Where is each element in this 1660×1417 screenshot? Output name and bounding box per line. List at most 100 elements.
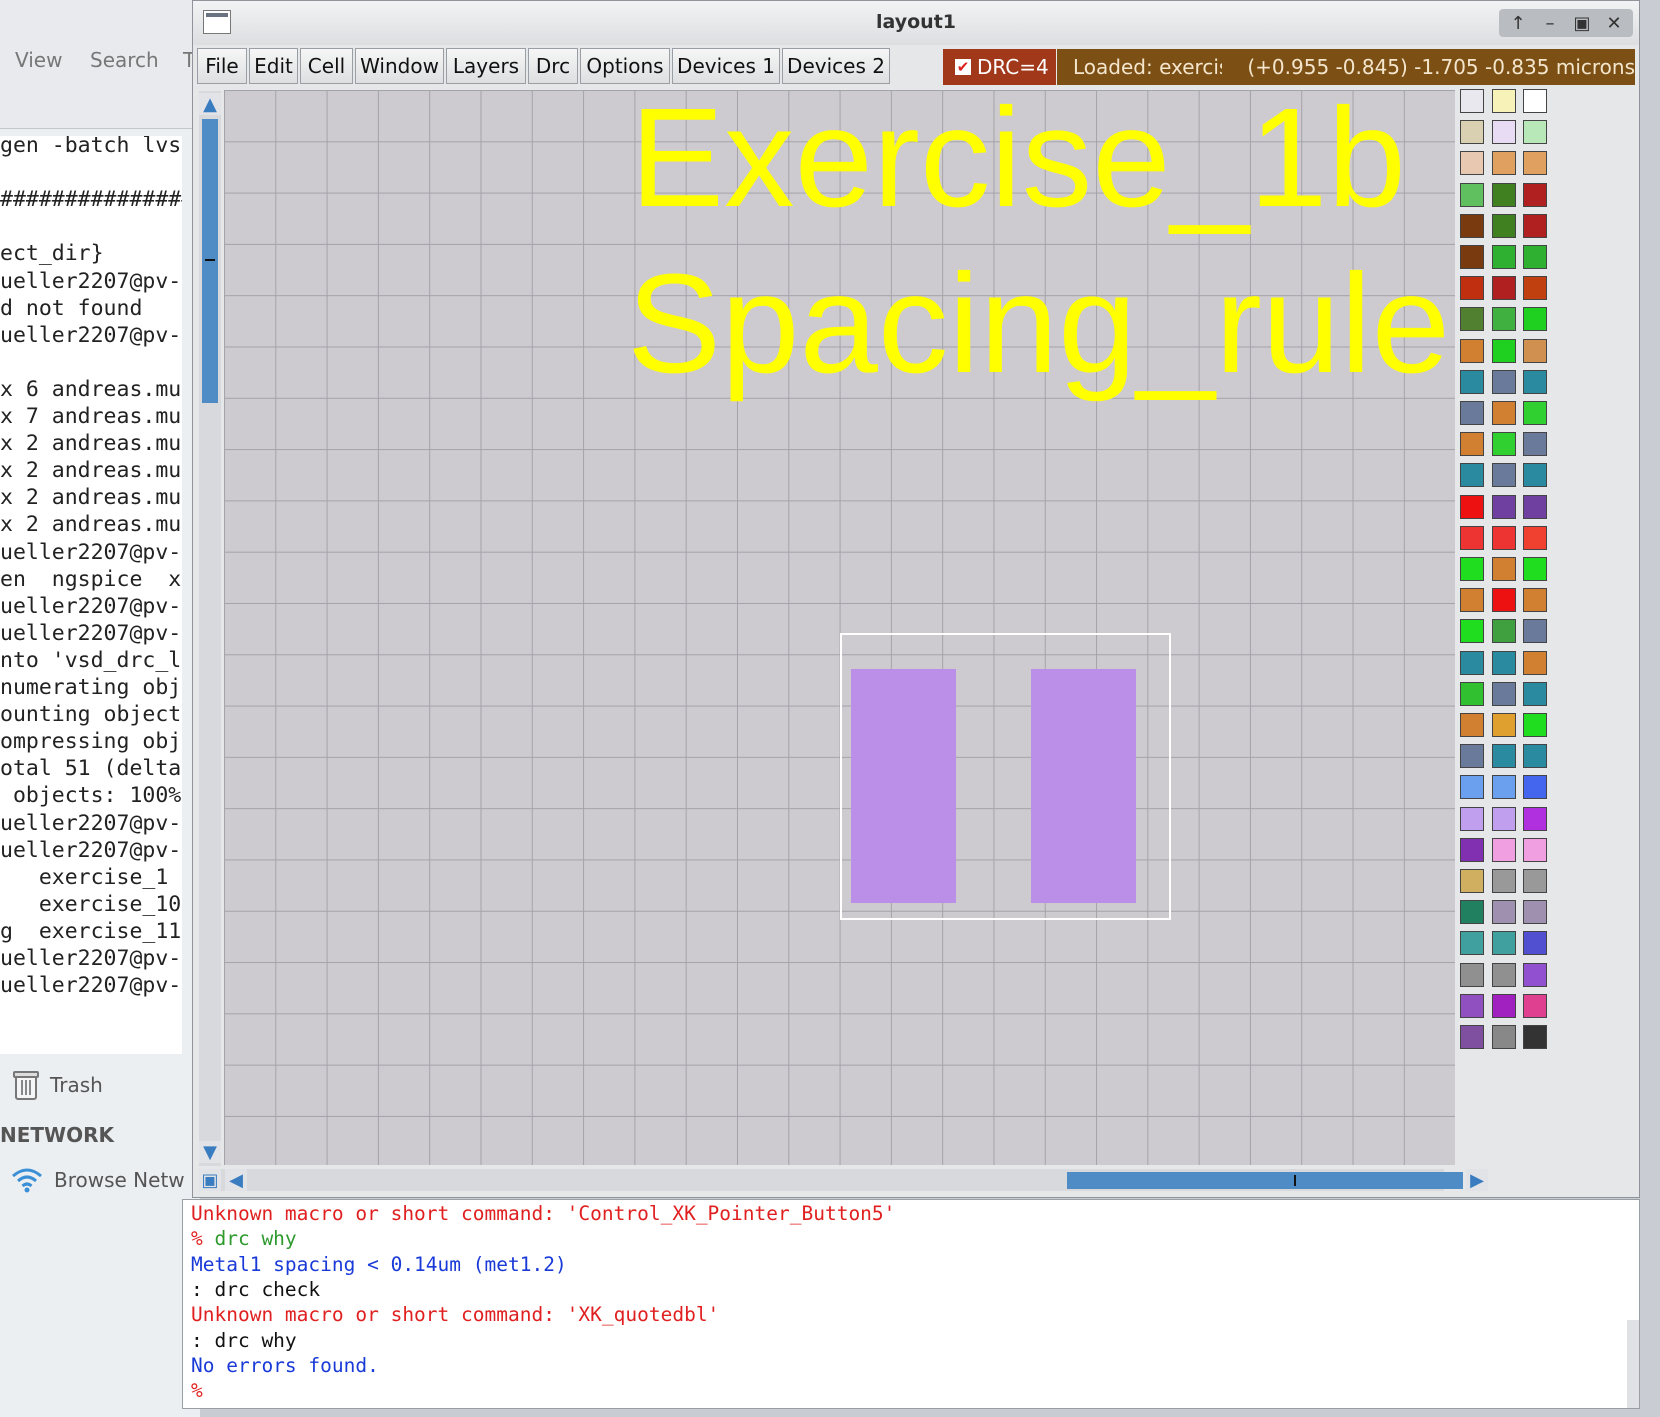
- layer-swatch[interactable]: [1491, 650, 1516, 675]
- layer-swatch[interactable]: [1491, 369, 1516, 394]
- console-scrollbar[interactable]: [1627, 1320, 1639, 1408]
- layer-swatch[interactable]: [1460, 276, 1484, 301]
- layer-swatch[interactable]: [1491, 744, 1516, 769]
- layer-swatch[interactable]: [1460, 369, 1484, 394]
- horizontal-scroll-thumb[interactable]: [1067, 1172, 1463, 1189]
- layer-swatch[interactable]: [1491, 681, 1516, 706]
- vertical-scroll-thumb[interactable]: [202, 119, 218, 403]
- layer-swatch[interactable]: [1523, 993, 1547, 1018]
- layer-swatch[interactable]: [1491, 588, 1516, 613]
- menu-layers[interactable]: Layers: [446, 48, 526, 84]
- layer-swatch[interactable]: [1491, 494, 1516, 519]
- layer-swatch[interactable]: [1523, 432, 1547, 457]
- layer-swatch[interactable]: [1491, 806, 1516, 831]
- layer-swatch[interactable]: [1523, 463, 1547, 488]
- layer-swatch[interactable]: [1491, 993, 1516, 1018]
- layer-swatch[interactable]: [1460, 307, 1484, 332]
- menu-cell[interactable]: Cell: [300, 48, 353, 84]
- layer-swatch[interactable]: [1460, 338, 1484, 363]
- layer-swatch[interactable]: [1523, 213, 1547, 238]
- layer-swatch[interactable]: [1523, 806, 1547, 831]
- layer-swatch[interactable]: [1523, 307, 1547, 332]
- layer-swatch[interactable]: [1460, 463, 1484, 488]
- menu-devices-2[interactable]: Devices 2: [782, 48, 890, 84]
- layer-swatch[interactable]: [1523, 962, 1547, 987]
- layer-swatch[interactable]: [1491, 120, 1516, 145]
- layer-swatch[interactable]: [1460, 432, 1484, 457]
- menu-edit[interactable]: Edit: [249, 48, 298, 84]
- layer-swatch[interactable]: [1460, 650, 1484, 675]
- layer-swatch[interactable]: [1491, 307, 1516, 332]
- shade-icon[interactable]: ↑: [1503, 10, 1533, 36]
- zoom-box-icon[interactable]: ▣: [199, 1169, 221, 1191]
- layer-swatch[interactable]: [1460, 900, 1484, 925]
- close-icon[interactable]: ✕: [1599, 10, 1629, 36]
- layer-swatch[interactable]: [1523, 869, 1547, 893]
- bg-menu-search[interactable]: Search: [90, 48, 159, 72]
- layer-swatch[interactable]: [1460, 494, 1484, 519]
- layer-swatch[interactable]: [1491, 619, 1516, 644]
- layer-swatch[interactable]: [1523, 588, 1547, 613]
- layer-swatch[interactable]: [1523, 619, 1547, 644]
- scroll-down-icon[interactable]: ▼: [199, 1141, 221, 1163]
- layer-swatch[interactable]: [1491, 463, 1516, 488]
- layer-swatch[interactable]: [1460, 588, 1484, 613]
- layer-swatch[interactable]: [1460, 120, 1484, 145]
- menu-drc[interactable]: Drc: [528, 48, 578, 84]
- layer-swatch[interactable]: [1523, 650, 1547, 675]
- scroll-left-icon[interactable]: ◀: [225, 1169, 247, 1191]
- layer-swatch[interactable]: [1460, 401, 1484, 425]
- layer-swatch[interactable]: [1491, 900, 1516, 925]
- menu-devices-1[interactable]: Devices 1: [672, 48, 780, 84]
- layer-swatch[interactable]: [1523, 338, 1547, 363]
- layer-swatch[interactable]: [1523, 89, 1547, 113]
- layer-swatch[interactable]: [1523, 681, 1547, 706]
- sidebar-item-trash[interactable]: Trash: [12, 1069, 103, 1101]
- layer-swatch[interactable]: [1491, 525, 1516, 550]
- layer-swatch[interactable]: [1491, 338, 1516, 363]
- layer-swatch[interactable]: [1491, 869, 1516, 893]
- layer-swatch[interactable]: [1460, 993, 1484, 1018]
- layer-swatch[interactable]: [1523, 401, 1547, 425]
- layer-swatch[interactable]: [1460, 245, 1484, 269]
- menu-options[interactable]: Options: [580, 48, 670, 84]
- layer-swatch[interactable]: [1491, 713, 1516, 737]
- maximize-icon[interactable]: ▣: [1567, 10, 1597, 36]
- drc-toggle[interactable]: ✔ DRC=4: [943, 49, 1056, 85]
- layer-swatch[interactable]: [1523, 931, 1547, 956]
- bg-menu-view[interactable]: View: [15, 48, 62, 72]
- layer-swatch[interactable]: [1523, 120, 1547, 145]
- layer-swatch[interactable]: [1523, 837, 1547, 862]
- layer-swatch[interactable]: [1491, 775, 1516, 800]
- horizontal-scrollbar[interactable]: ▣ ◀ ▶: [199, 1169, 1488, 1191]
- vertical-scrollbar[interactable]: ▲ ▼: [199, 91, 221, 1166]
- tcl-console[interactable]: Unknown macro or short command: 'Control…: [182, 1199, 1640, 1409]
- layer-swatch[interactable]: [1460, 525, 1484, 550]
- layer-swatch[interactable]: [1491, 432, 1516, 457]
- layer-swatch[interactable]: [1460, 806, 1484, 831]
- layer-swatch[interactable]: [1523, 525, 1547, 550]
- layer-swatch[interactable]: [1491, 276, 1516, 301]
- layer-swatch[interactable]: [1523, 557, 1547, 581]
- minimize-icon[interactable]: –: [1535, 10, 1565, 36]
- layer-swatch[interactable]: [1491, 931, 1516, 956]
- layer-swatch[interactable]: [1460, 182, 1484, 207]
- layer-swatch[interactable]: [1491, 557, 1516, 581]
- layer-swatch[interactable]: [1460, 869, 1484, 893]
- layer-swatch[interactable]: [1491, 151, 1516, 176]
- layer-swatch[interactable]: [1460, 744, 1484, 769]
- layer-swatch[interactable]: [1523, 494, 1547, 519]
- layer-swatch[interactable]: [1460, 151, 1484, 176]
- layer-swatch[interactable]: [1460, 775, 1484, 800]
- layer-swatch[interactable]: [1460, 619, 1484, 644]
- layer-swatch[interactable]: [1460, 681, 1484, 706]
- scroll-right-icon[interactable]: ▶: [1466, 1169, 1488, 1191]
- metal1-rect-right[interactable]: [1031, 669, 1136, 903]
- layer-swatch[interactable]: [1491, 182, 1516, 207]
- metal1-rect-left[interactable]: [851, 669, 956, 903]
- layer-swatch[interactable]: [1460, 1025, 1484, 1049]
- layer-swatch[interactable]: [1523, 369, 1547, 394]
- layer-swatch[interactable]: [1523, 713, 1547, 737]
- drc-checkbox-icon[interactable]: ✔: [955, 59, 971, 75]
- layer-swatch[interactable]: [1460, 213, 1484, 238]
